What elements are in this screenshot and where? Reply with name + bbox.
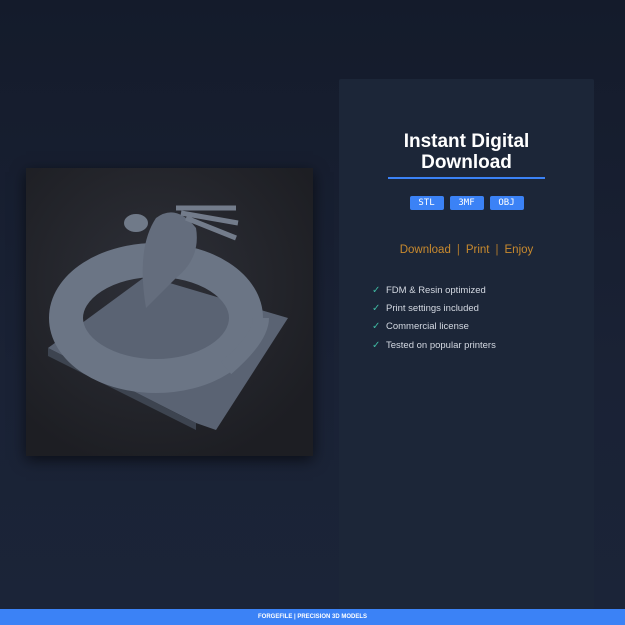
- tagline: Download | Print | Enjoy: [339, 244, 594, 256]
- dragon-model-illustration: [48, 205, 288, 430]
- product-info-panel: Instant Digital Download STL 3MF OBJ Dow…: [339, 79, 594, 609]
- check-icon: ✓: [372, 302, 381, 314]
- check-icon: ✓: [372, 284, 381, 296]
- feature-item: ✓ Tested on popular printers: [372, 336, 496, 354]
- feature-label: Commercial license: [386, 321, 469, 333]
- format-badge-stl: STL: [409, 196, 444, 210]
- feature-item: ✓ Print settings included: [372, 299, 496, 317]
- separator: |: [456, 244, 460, 256]
- feature-label: Print settings included: [386, 302, 479, 314]
- feature-item: ✓ FDM & Resin optimized: [372, 281, 496, 299]
- tagline-download: Download: [399, 244, 451, 256]
- separator: |: [495, 244, 499, 256]
- panel-title: Instant Digital Download: [339, 131, 594, 173]
- feature-label: Tested on popular printers: [386, 339, 496, 351]
- tagline-enjoy: Enjoy: [504, 244, 534, 256]
- format-badge-obj: OBJ: [489, 196, 524, 210]
- title-line-2: Download: [421, 152, 512, 173]
- check-icon: ✓: [372, 321, 381, 333]
- format-badge-3mf: 3MF: [449, 196, 484, 210]
- title-underline: [388, 177, 545, 179]
- format-badges: STL 3MF OBJ: [339, 196, 594, 210]
- check-icon: ✓: [372, 339, 381, 351]
- feature-item: ✓ Commercial license: [372, 318, 496, 336]
- product-image: [26, 168, 313, 456]
- feature-label: FDM & Resin optimized: [386, 284, 486, 296]
- tagline-print: Print: [465, 244, 490, 256]
- title-line-1: Instant Digital: [403, 131, 530, 152]
- feature-list: ✓ FDM & Resin optimized ✓ Print settings i…: [372, 281, 496, 354]
- footer-bar: FORGEFILE | PRECISION 3D MODELS: [0, 609, 625, 625]
